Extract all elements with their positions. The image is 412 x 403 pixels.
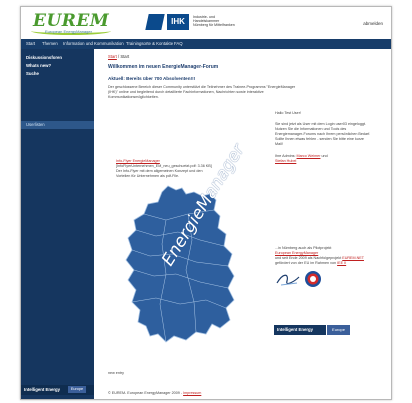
nav-item-information[interactable]: Information und Kommunikation <box>63 41 124 46</box>
nbg-text-2: und seit Ende 2009 als Nachfolgeprojekt <box>275 256 342 260</box>
flyer-desc-1: Der Info-Flyer mit dem allgemeinen Konze… <box>116 169 203 173</box>
intelligent-energy-banner[interactable]: Intelligent Energy Europe <box>274 325 350 335</box>
right-text-2: Nutzen Sie die Informationen und Tools d… <box>275 127 347 131</box>
admin-link-1[interactable]: Marco Weimer <box>297 154 321 158</box>
header: EUREM European EnergyManager IHK Industr… <box>21 7 391 39</box>
europe-badge: Europe <box>68 386 86 393</box>
intro-line-1: Der geschlossene Bereich dieser Communit… <box>108 85 296 89</box>
germany-map-image <box>125 185 235 343</box>
admins-and: und <box>320 154 328 158</box>
nbg-link-eem[interactable]: European EnergyManager <box>275 251 318 255</box>
admins-line-2: Stefan Hubel <box>275 159 296 163</box>
flyer-download-link[interactable]: Info-Flyer EnergieManager <box>116 159 160 163</box>
admin-link-2[interactable]: Stefan Hubel <box>275 159 296 163</box>
intelligent-energy-banner-eu: Europe <box>327 325 350 335</box>
right-text-4: Sollte Ihnen etwas fehlen - senden Sie b… <box>275 137 364 141</box>
browser-page: EUREM European EnergyManager IHK Industr… <box>20 6 392 400</box>
ihk-mark-icon <box>145 14 165 30</box>
nbg-line-3: und seit Ende 2009 als Nachfolgeprojekt … <box>275 256 364 260</box>
logout-link[interactable]: abmelden <box>363 21 383 26</box>
admins-prefix: Ihre Admins: <box>275 154 297 158</box>
nav-item-themen[interactable]: Themen <box>42 41 58 46</box>
page-title: Willkommen im neuen EnergieManager-Forum <box>108 64 219 70</box>
nbg-line-2: European EnergyManager <box>275 251 318 255</box>
intelligent-energy-banner-text: Intelligent Energy <box>274 325 326 335</box>
ihk-text: Industrie- und Handelskammer Nürnberg fü… <box>193 15 239 28</box>
nav-item-start[interactable]: Start <box>26 41 35 46</box>
intelligent-energy-logo[interactable]: Intelligent Energy Europe <box>21 385 94 395</box>
nbg-line-4: gefördert von der EU im Rahmen von IEE I… <box>275 261 346 265</box>
sidebar-item-suche[interactable]: Suche <box>26 71 39 76</box>
right-text-3: Energiemanager-Forums nach Ihrem persönl… <box>275 132 371 136</box>
main-nav: Start Themen Information und Kommunikati… <box>21 39 391 49</box>
logo-text: EUREM <box>33 11 110 31</box>
flyer-desc-2: Vorteilen für Unternehmen als pdf-File. <box>116 174 180 178</box>
partner-logos <box>276 271 321 287</box>
intro-line-2: (IHK)" online und begleitend durch detai… <box>108 90 264 94</box>
ihk-logo[interactable]: IHK Industrie- und Handelskammer Nürnber… <box>145 12 239 34</box>
ihk-box: IHK <box>167 14 189 30</box>
sidebar: Diskussionsforen Whats new? Suche Userli… <box>21 49 94 399</box>
sidebar-item-userlisten[interactable]: Userlisten <box>21 121 94 129</box>
nav-item-faq[interactable]: FAQ <box>174 41 183 46</box>
right-text-1: Sie sind jetzt als User mit dem Login us… <box>275 122 367 126</box>
right-text-5: Mail! <box>275 142 283 146</box>
intelligent-energy-text: Intelligent Energy <box>24 387 61 392</box>
intro-line-3: Kommunikationsmöglichkeiten. <box>108 95 159 99</box>
ihk-text-line-1: Industrie- und Handelskammer <box>193 15 220 24</box>
sidebar-item-diskussionsforen[interactable]: Diskussionsforen <box>26 55 62 60</box>
breadcrumb: Start / Start <box>108 54 129 59</box>
logo-subtitle: European EnergyManager <box>45 29 92 34</box>
eu-globe-icon <box>305 271 321 287</box>
greeting: Hallo Test User! <box>275 111 301 115</box>
page-subtitle: Aktuell: Bereits über 700 Absolventen!!! <box>108 76 196 81</box>
sidebar-item-whats-new[interactable]: Whats new? <box>26 63 51 68</box>
nbg-link-iee[interactable]: IEE II <box>337 261 346 265</box>
breadcrumb-current: Start <box>120 54 130 59</box>
footer-copyright: © EUREM- European EnergyManager 2009 - <box>108 391 184 395</box>
eurem-logo[interactable]: EUREM European EnergyManager <box>27 11 115 35</box>
breadcrumb-link-start[interactable]: Start <box>108 54 117 59</box>
signature-logo-icon <box>276 274 300 286</box>
main-content: Start / Start Willkommen im neuen Energi… <box>94 49 391 399</box>
nbg-line-1: ...in Nürnberg auch als Pilotprojekt <box>275 246 332 250</box>
footer-impressum-link[interactable]: Impressum <box>183 391 201 395</box>
germany-map-shape <box>125 185 235 343</box>
nbg-text-3: gefördert von der EU im Rahmen von <box>275 261 337 265</box>
new-entry-note: new entry <box>108 371 124 375</box>
flyer-file: [InfoFlyerUnternehmen_EM_neu_geschuetzt.… <box>116 164 212 168</box>
nav-item-trainingsorte[interactable]: Trainingsorte & Kontakte <box>126 41 173 46</box>
admins-line: Ihre Admins: Marco Weimer und <box>275 154 328 158</box>
nbg-link-euremnet[interactable]: EUREM.NET <box>342 256 364 260</box>
flyer-link: Info-Flyer EnergieManager <box>116 159 160 163</box>
sidebar-item-userlisten-label: Userlisten <box>26 122 45 127</box>
ihk-text-line-2: Nürnberg für Mittelfranken <box>193 23 235 28</box>
footer: © EUREM- European EnergyManager 2009 - I… <box>108 391 201 395</box>
